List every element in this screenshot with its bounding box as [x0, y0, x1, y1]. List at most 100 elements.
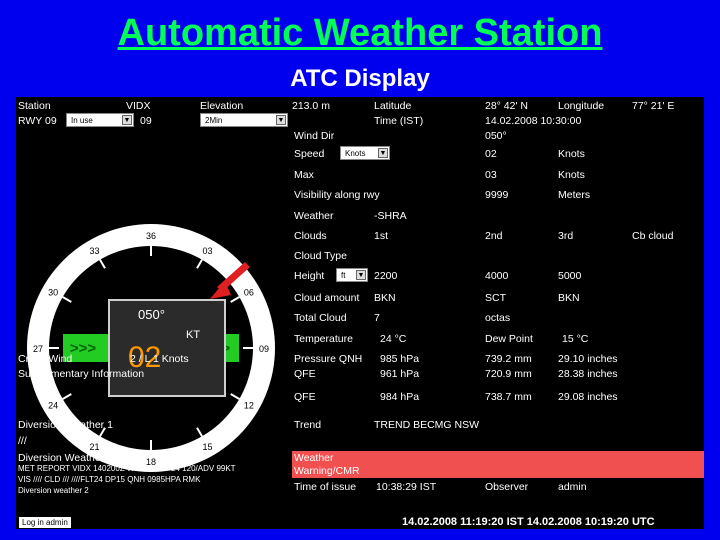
rwy-label: RWY 09 [18, 115, 57, 127]
height-unit-select-value: ft [341, 271, 346, 280]
speed-unit: Knots [558, 148, 585, 160]
qfe1-hpa: 961 hPa [380, 368, 420, 380]
chevron-down-icon: ▼ [378, 148, 388, 158]
rwy-value: 09 [140, 115, 152, 127]
clouds-layer-3: 3rd [558, 230, 574, 242]
compass-tick-label-12: 12 [244, 401, 254, 411]
height-unit-select[interactable]: ft ▼ [336, 268, 368, 282]
qnh-mm: 739.2 mm [485, 353, 532, 365]
atc-display-panel: Station VIDX Elevation 213.0 m Latitude … [16, 97, 704, 529]
wind-dir-readout: 050° [138, 307, 165, 322]
dew-point-value: 15 °C [562, 333, 589, 345]
rwy-select[interactable]: In use ▼ [66, 113, 134, 127]
dew-point-label: Dew Point [485, 333, 533, 345]
crosswind-value: 2 / L 1 Knots [130, 353, 189, 365]
warning-line-2: Warning/CMR [294, 465, 360, 477]
total-cloud-value: 7 [374, 312, 380, 324]
height-layer-1: 2200 [374, 270, 398, 282]
compass-tick-label-06: 06 [244, 288, 254, 298]
speed-unit-select[interactable]: Knots ▼ [340, 146, 390, 160]
visibility-value: 9999 [485, 189, 509, 201]
qnh-inches: 29.10 inches [558, 353, 618, 365]
longitude-value: 77° 21' E [632, 100, 675, 112]
warning-line-1: Weather [294, 452, 334, 464]
max-label: Max [294, 169, 314, 181]
qfe1-label: QFE [294, 368, 316, 380]
cloud-amount-2: SCT [485, 292, 506, 304]
wind-unit: KT [186, 329, 200, 341]
qfe2-hpa: 984 hPa [380, 391, 420, 403]
clouds-cb: Cb cloud [632, 230, 674, 242]
chevron-down-icon: ▼ [276, 115, 286, 125]
diversion1-label: Diversion Weather 1 [18, 419, 113, 431]
visibility-unit: Meters [558, 189, 591, 201]
compass-tick-label-24: 24 [48, 401, 58, 411]
compass-tick-label-33: 33 [89, 246, 99, 256]
wind-compass: 360306091215182124273033 >>> >>> 050° 02… [27, 224, 275, 472]
observer-label: Observer [485, 481, 529, 493]
height-label: Height [294, 270, 325, 282]
chevron-down-icon: ▼ [122, 115, 132, 125]
login-button[interactable]: Log in admin [19, 517, 71, 528]
qfe1-inches: 28.38 inches [558, 368, 618, 380]
qfe1-mm: 720.9 mm [485, 368, 532, 380]
clouds-label: Clouds [294, 230, 327, 242]
arrows-left-text: >>> [70, 340, 97, 357]
trend-value: TREND BECMG NSW [374, 419, 479, 431]
elevation-value: 213.0 m [292, 100, 330, 112]
speed-value: 02 [485, 148, 497, 160]
slide-title: Automatic Weather Station [117, 12, 603, 54]
cloud-amount-3: BKN [558, 292, 580, 304]
interval-select-value: 2Min [205, 116, 223, 125]
diversion1-value: /// [18, 435, 27, 447]
wind-dir-label: Wind Dir [294, 130, 335, 142]
temperature-value: 24 °C [380, 333, 407, 345]
compass-tick-label-09: 09 [259, 344, 269, 354]
chevron-down-icon: ▼ [356, 270, 366, 280]
compass-tick-label-03: 03 [202, 246, 212, 256]
observer-value: admin [558, 481, 587, 493]
diversion2-label: Diversion Weather 2 [18, 452, 113, 464]
cloud-type-label: Cloud Type [294, 250, 347, 262]
met-report-line-1: MET REPORT VIDX 140200Z WIND RWY 24 120/… [18, 464, 236, 473]
max-value: 03 [485, 169, 497, 181]
slide-subtitle: ATC Display [290, 65, 430, 92]
crosswind-label: Cross Wind [18, 353, 73, 365]
compass-tick-label-21: 21 [89, 442, 99, 452]
trend-label: Trend [294, 419, 322, 431]
supplementary-label: Supplementary Information [18, 368, 145, 380]
qfe2-label: QFE [294, 391, 316, 403]
time-label: Time (IST) [374, 115, 424, 127]
compass-tick-label-30: 30 [48, 288, 58, 298]
time-of-issue-label: Time of issue [294, 481, 357, 493]
vidx-label: VIDX [126, 100, 151, 112]
rwy-select-value: In use [71, 116, 93, 125]
temperature-label: Temperature [294, 333, 353, 345]
elevation-label: Elevation [200, 100, 244, 112]
total-cloud-unit: octas [485, 312, 511, 324]
wind-dir-value: 050° [485, 130, 507, 142]
qnh-label: Pressure QNH [294, 353, 363, 365]
status-clock: 14.02.2008 11:19:20 IST 14.02.2008 10:19… [402, 516, 655, 528]
latitude-value: 28° 42' N [485, 100, 528, 112]
visibility-label: Visibility along rwy [294, 189, 380, 201]
clouds-layer-2: 2nd [485, 230, 503, 242]
station-label: Station [18, 100, 51, 112]
weather-label: Weather [294, 210, 334, 222]
speed-label: Speed [294, 148, 325, 160]
total-cloud-label: Total Cloud [294, 312, 347, 324]
interval-select[interactable]: 2Min ▼ [200, 113, 288, 127]
met-report-line-2: VIS //// CLD /// ////FLT24 DP15 QNH 0985… [18, 475, 201, 484]
latitude-label: Latitude [374, 100, 412, 112]
max-unit: Knots [558, 169, 585, 181]
qnh-hpa: 985 hPa [380, 353, 420, 365]
height-layer-3: 5000 [558, 270, 582, 282]
weather-value: -SHRA [374, 210, 407, 222]
longitude-label: Longitude [558, 100, 605, 112]
compass-tick-label-15: 15 [202, 442, 212, 452]
wind-readout-box [108, 299, 226, 397]
qfe2-inches: 29.08 inches [558, 391, 618, 403]
time-value: 14.02.2008 10:30:00 [485, 115, 582, 127]
clouds-layer-1: 1st [374, 230, 389, 242]
qfe2-mm: 738.7 mm [485, 391, 532, 403]
